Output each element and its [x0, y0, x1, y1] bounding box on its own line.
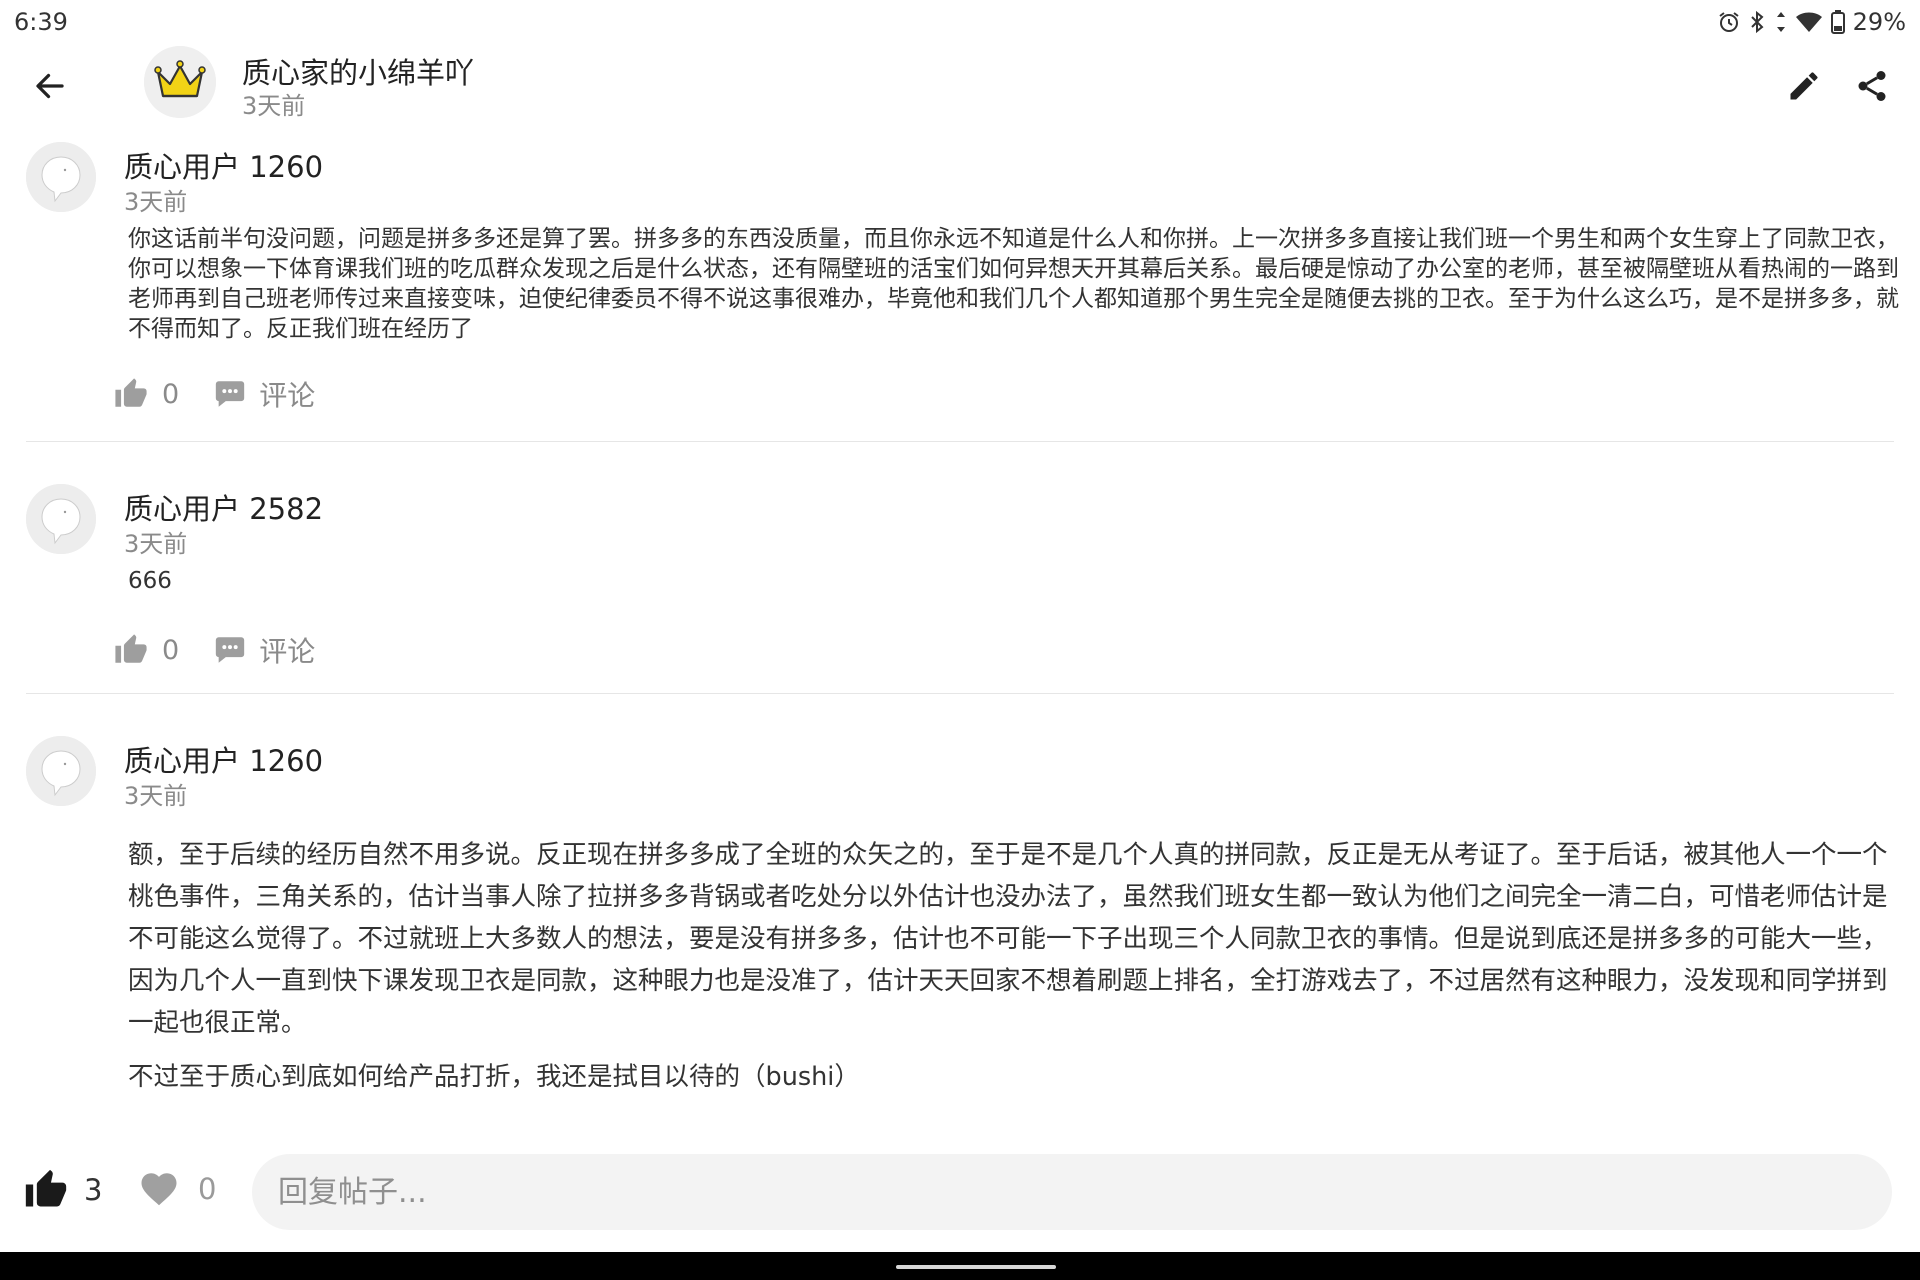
thumbs-up-icon — [25, 1169, 67, 1207]
arrow-left-icon — [36, 73, 64, 99]
bottom-action-bar: 3 0 — [0, 1148, 1920, 1252]
comment-button[interactable]: 评论 — [213, 630, 315, 670]
alarm-icon — [1717, 10, 1741, 34]
comment-paragraph: 你这话前半句没问题，问题是拼多多还是算了罢。拼多多的东西没质量，而且你永远不知道… — [128, 226, 1899, 342]
thumbs-up-icon — [115, 378, 147, 407]
wifi-icon — [1795, 10, 1823, 34]
navigation-bar — [0, 1252, 1920, 1280]
default-avatar-icon — [26, 736, 96, 806]
divider — [26, 693, 1894, 694]
comment-item: 质心用户 2582 3天前 666 0 评论 — [26, 484, 1894, 684]
status-time: 6:39 — [14, 8, 68, 36]
comment-time: 3天前 — [124, 782, 188, 810]
post-like-count: 3 — [84, 1173, 103, 1207]
default-avatar-icon — [26, 142, 96, 212]
avatar[interactable] — [26, 142, 96, 212]
comment-button[interactable]: 评论 — [213, 374, 315, 414]
comment-bubble-icon — [216, 637, 245, 663]
comment-actions: 0 评论 — [114, 374, 315, 414]
avatar[interactable] — [26, 736, 96, 806]
post-favorite-count: 0 — [198, 1172, 217, 1206]
like-button[interactable]: 0 — [114, 633, 179, 667]
comment-label: 评论 — [259, 379, 316, 412]
status-bar: 6:39 29% — [0, 0, 1920, 44]
comment-username[interactable]: 质心用户 1260 — [124, 738, 323, 780]
status-icons: 29% — [1717, 8, 1906, 36]
default-avatar-icon — [26, 484, 96, 554]
thumbs-up-icon — [115, 634, 147, 663]
heart-icon — [141, 1173, 177, 1206]
battery-percent: 29% — [1852, 8, 1906, 36]
avatar[interactable] — [26, 484, 96, 554]
comment-text: 你这话前半句没问题，问题是拼多多还是算了罢。拼多多的东西没质量，而且你永远不知道… — [128, 224, 1908, 344]
like-button[interactable]: 0 — [114, 377, 179, 411]
post-time: 3天前 — [242, 92, 306, 120]
comment-bubble-icon — [216, 381, 245, 407]
comment-username[interactable]: 质心用户 1260 — [124, 144, 323, 186]
pencil-icon — [1790, 72, 1818, 100]
edit-button[interactable] — [1780, 62, 1828, 110]
like-count: 0 — [162, 378, 180, 410]
author-avatar[interactable] — [144, 46, 216, 118]
comment-time: 3天前 — [124, 188, 188, 216]
post-header: 质心家的小绵羊吖 3天前 — [0, 44, 1920, 148]
comment-item: 质心用户 1260 3天前 你这话前半句没问题，问题是拼多多还是算了罢。拼多多的… — [26, 142, 1899, 442]
comment-paragraph: 666 — [128, 568, 172, 594]
share-icon — [1858, 71, 1886, 101]
back-button[interactable] — [26, 62, 74, 110]
reply-input[interactable] — [252, 1154, 1892, 1230]
post-favorite-button[interactable]: 0 — [138, 1168, 216, 1210]
comment-text: 666 — [128, 566, 1908, 596]
comment-paragraph: 额，至于后续的经历自然不用多说。反正现在拼多多成了全班的众矢之的，至于是不是几个… — [128, 840, 1888, 1038]
comment-actions: 0 评论 — [114, 630, 315, 670]
comment-label: 评论 — [259, 635, 316, 668]
data-arrows-icon — [1775, 10, 1787, 34]
comment-paragraph: 不过至于质心到底如何给产品打折，我还是拭目以待的（bushi） — [128, 1062, 860, 1092]
crown-icon — [144, 46, 216, 118]
share-button[interactable] — [1848, 62, 1896, 110]
divider — [26, 441, 1894, 442]
comment-username[interactable]: 质心用户 2582 — [124, 486, 323, 528]
comment-time: 3天前 — [124, 530, 188, 558]
like-count: 0 — [162, 634, 180, 666]
post-like-button[interactable]: 3 — [24, 1168, 102, 1212]
comment-item: 质心用户 1260 3天前 额，至于后续的经历自然不用多说。反正现在拼多多成了全… — [26, 736, 1894, 1136]
comment-text: 额，至于后续的经历自然不用多说。反正现在拼多多成了全班的众矢之的，至于是不是几个… — [128, 834, 1908, 1098]
battery-icon — [1830, 10, 1845, 34]
home-gesture-handle[interactable] — [896, 1265, 1056, 1269]
bluetooth-icon — [1749, 10, 1767, 34]
